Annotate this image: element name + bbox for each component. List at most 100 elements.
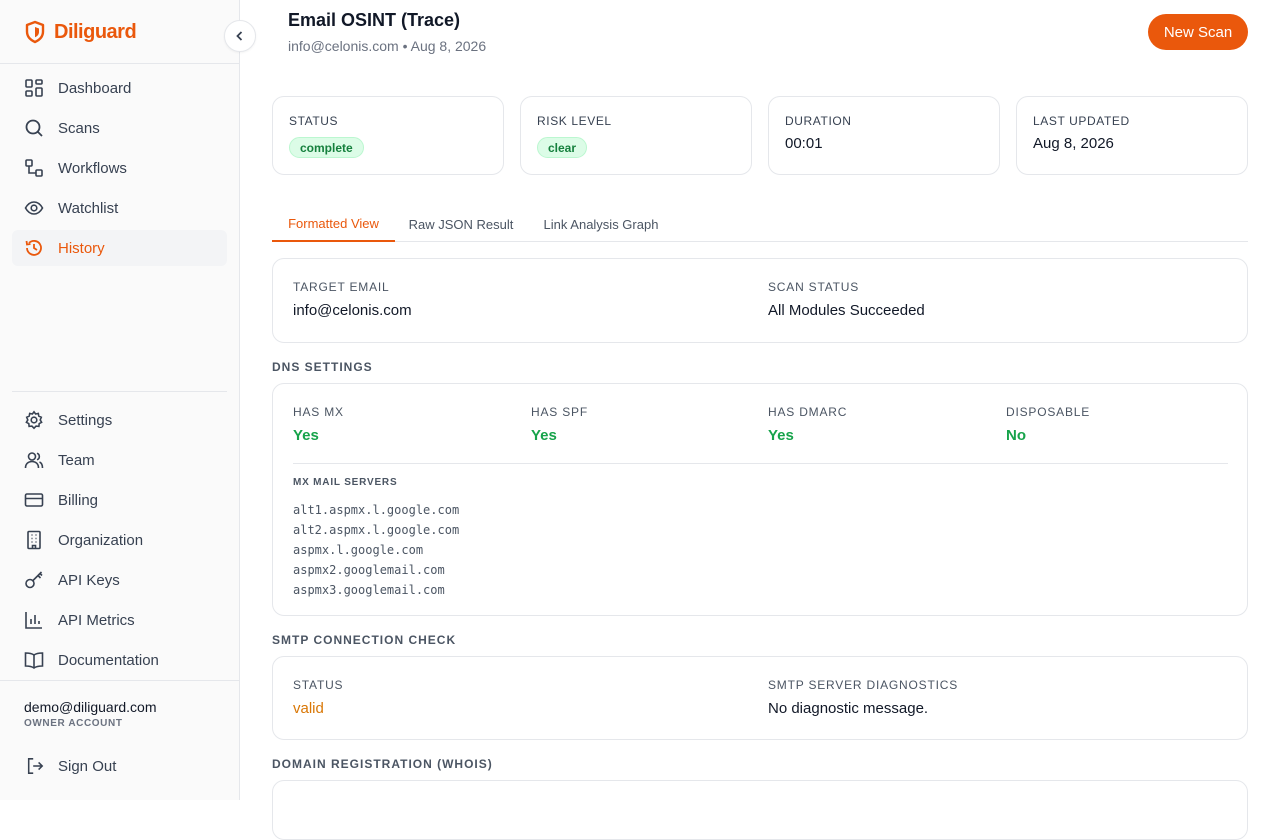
- page-title: Email OSINT (Trace): [288, 10, 461, 30]
- sidebar: Diliguard Dashboard Scans Workflows Watc…: [0, 0, 240, 800]
- mx-server-list: alt1.aspmx.l.google.com alt2.aspmx.l.goo…: [293, 500, 459, 600]
- stat-label: LAST UPDATED: [1033, 114, 1130, 128]
- nav-item-billing[interactable]: Billing: [12, 482, 227, 518]
- page-subtitle: info@celonis.com • Aug 8, 2026: [288, 38, 487, 54]
- nav-item-api-keys[interactable]: API Keys: [12, 562, 227, 598]
- grid-icon: [25, 79, 43, 97]
- bar-chart-icon: [25, 612, 42, 629]
- users-icon: [24, 452, 44, 469]
- divider: [12, 391, 227, 392]
- list-item: alt1.aspmx.l.google.com: [293, 503, 460, 517]
- book-icon: [24, 652, 44, 669]
- nav-label: Documentation: [58, 651, 159, 669]
- divider: [293, 463, 1228, 464]
- list-item: aspmx3.googlemail.com: [293, 583, 445, 597]
- scan-status-value: All Modules Succeeded: [768, 302, 925, 319]
- has-mx-label: HAS MX: [293, 405, 344, 419]
- smtp-diagnostics-label: SMTP SERVER DIAGNOSTICS: [768, 678, 958, 692]
- account-email: demo@diliguard.com: [24, 699, 157, 715]
- nav-item-organization[interactable]: Organization: [12, 522, 227, 558]
- nav-item-team[interactable]: Team: [12, 442, 227, 478]
- list-item: aspmx.l.google.com: [293, 543, 424, 557]
- duration-value: 00:01: [785, 135, 823, 152]
- nav-label: Billing: [58, 491, 99, 509]
- risk-badge: clear: [537, 137, 588, 158]
- last-updated-card: LAST UPDATED Aug 8, 2026: [1016, 96, 1248, 175]
- has-dmarc-label: HAS DMARC: [768, 405, 848, 419]
- dns-card: HAS MX Yes HAS SPF Yes HAS DMARC Yes DIS…: [272, 383, 1248, 616]
- nav-label: Team: [58, 451, 95, 469]
- last-updated-value: Aug 8, 2026: [1033, 135, 1114, 152]
- key-icon: [25, 571, 43, 589]
- nav-label: API Keys: [58, 571, 120, 589]
- nav-label: Workflows: [58, 159, 127, 177]
- has-spf-value: Yes: [531, 427, 557, 444]
- smtp-status-label: STATUS: [293, 678, 344, 692]
- nav-label: Dashboard: [58, 79, 132, 97]
- smtp-card: STATUS valid SMTP SERVER DIAGNOSTICS No …: [272, 656, 1248, 740]
- nav-item-history[interactable]: History: [12, 230, 227, 266]
- tab-formatted-view[interactable]: Formatted View: [272, 206, 395, 242]
- sign-out-button[interactable]: Sign Out: [12, 748, 227, 784]
- status-card: STATUS complete: [272, 96, 504, 175]
- secondary-nav: Settings Team Billing Organization API K…: [12, 402, 227, 682]
- status-badge: complete: [289, 137, 364, 158]
- whois-section-title: DOMAIN REGISTRATION (WHOIS): [272, 757, 493, 771]
- nav-label: Scans: [58, 119, 100, 137]
- list-item: alt2.aspmx.l.google.com: [293, 523, 460, 537]
- risk-level-card: RISK LEVEL clear: [520, 96, 752, 175]
- primary-nav: Dashboard Scans Workflows Watchlist Hist…: [12, 70, 227, 270]
- building-icon: [27, 530, 41, 550]
- nav-item-api-metrics[interactable]: API Metrics: [12, 602, 227, 638]
- nav-label: Watchlist: [58, 199, 119, 217]
- disposable-value: No: [1006, 427, 1026, 444]
- sign-out-label: Sign Out: [58, 757, 117, 775]
- disposable-label: DISPOSABLE: [1006, 405, 1091, 419]
- gear-icon: [25, 410, 43, 430]
- collapse-sidebar-button[interactable]: [224, 20, 256, 52]
- nav-label: History: [58, 239, 105, 257]
- has-mx-value: Yes: [293, 427, 319, 444]
- stat-label: STATUS: [289, 114, 339, 128]
- nav-item-settings[interactable]: Settings: [12, 402, 227, 438]
- workflow-icon: [25, 159, 43, 177]
- tab-raw-json-result[interactable]: Raw JSON Result: [403, 206, 519, 242]
- target-email-value: info@celonis.com: [293, 302, 412, 319]
- account-role: OWNER ACCOUNT: [24, 718, 123, 729]
- nav-item-dashboard[interactable]: Dashboard: [12, 70, 227, 106]
- eye-icon: [24, 201, 44, 215]
- nav-label: Settings: [58, 411, 113, 429]
- target-email-label: TARGET EMAIL: [293, 280, 390, 294]
- nav-item-watchlist[interactable]: Watchlist: [12, 190, 227, 226]
- whois-card: [272, 780, 1248, 840]
- list-item: aspmx2.googlemail.com: [293, 563, 445, 577]
- nav-item-documentation[interactable]: Documentation: [12, 642, 227, 678]
- has-dmarc-value: Yes: [768, 427, 794, 444]
- dns-section-title: DNS SETTINGS: [272, 360, 373, 374]
- chevron-left-icon: [236, 31, 243, 41]
- smtp-diagnostics-value: No diagnostic message.: [768, 700, 929, 717]
- brand-logo[interactable]: Diliguard: [24, 18, 137, 46]
- sign-out-icon: [27, 758, 44, 774]
- stat-label: RISK LEVEL: [537, 114, 612, 128]
- nav-label: API Metrics: [58, 611, 135, 629]
- divider: [0, 63, 240, 64]
- mx-servers-label: MX MAIL SERVERS: [293, 477, 398, 488]
- history-icon: [25, 240, 42, 256]
- has-spf-label: HAS SPF: [531, 405, 588, 419]
- scan-status-label: SCAN STATUS: [768, 280, 860, 294]
- stat-label: DURATION: [785, 114, 852, 128]
- duration-card: DURATION 00:01: [768, 96, 1000, 175]
- smtp-section-title: SMTP CONNECTION CHECK: [272, 633, 457, 647]
- new-scan-button[interactable]: New Scan: [1148, 14, 1248, 50]
- view-tabs: Formatted View Raw JSON Result Link Anal…: [272, 206, 1248, 242]
- summary-card: TARGET EMAIL info@celonis.com SCAN STATU…: [272, 258, 1248, 343]
- brand-name: Diliguard: [54, 20, 137, 43]
- divider: [0, 680, 240, 681]
- nav-item-workflows[interactable]: Workflows: [12, 150, 227, 186]
- credit-card-icon: [24, 493, 44, 507]
- tab-link-analysis-graph[interactable]: Link Analysis Graph: [535, 206, 667, 242]
- nav-item-scans[interactable]: Scans: [12, 110, 227, 146]
- smtp-status-value: valid: [293, 700, 324, 717]
- search-icon: [25, 119, 43, 137]
